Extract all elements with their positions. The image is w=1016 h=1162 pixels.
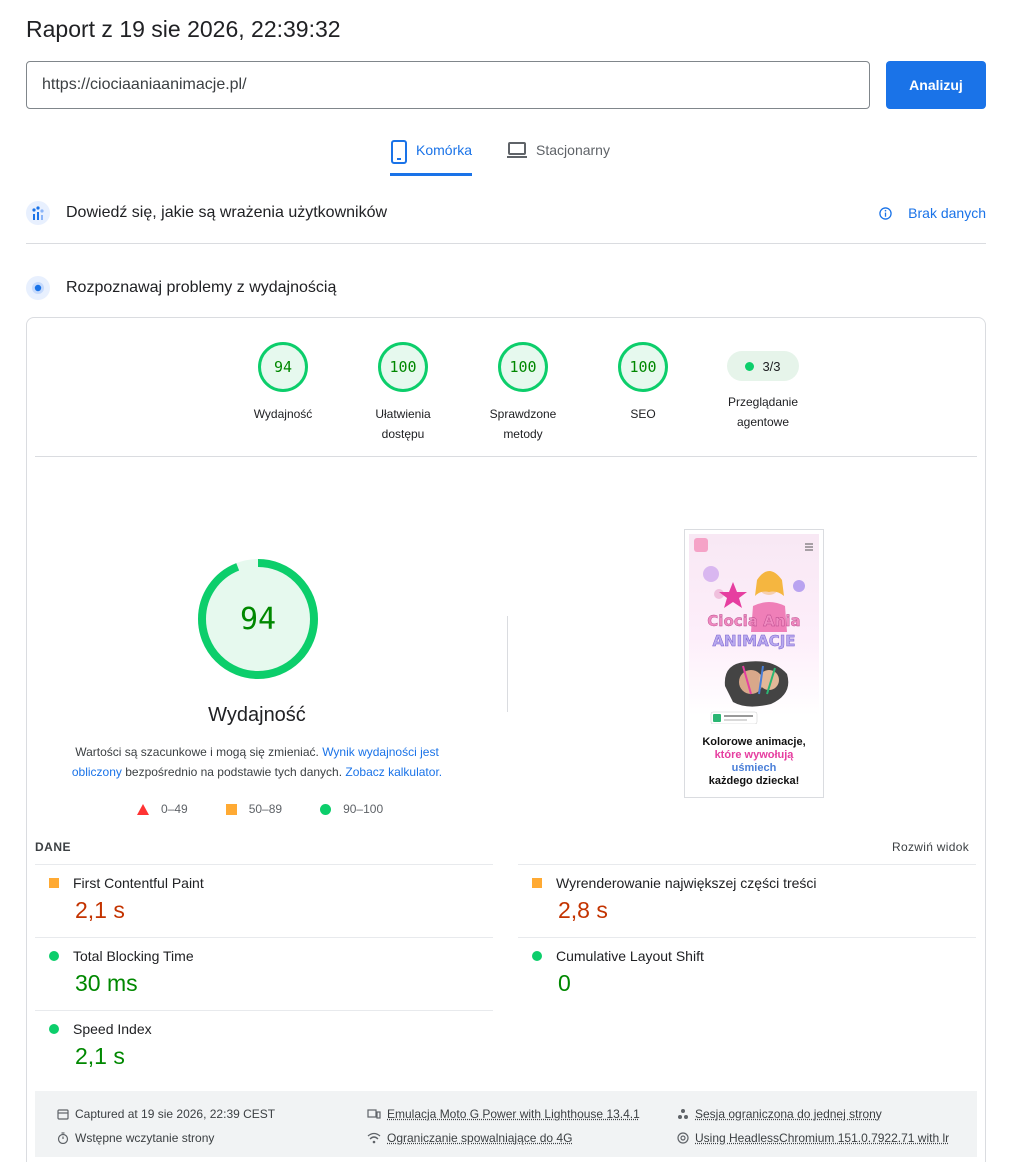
metric-tbt: Total Blocking Time 30 ms bbox=[35, 937, 493, 1010]
gauge-accessibility[interactable]: 100 Ułatwienia dostępu bbox=[343, 342, 463, 444]
performance-section: Rozpoznawaj problemy z wydajnością bbox=[26, 276, 986, 300]
metric-value: 2,1 s bbox=[75, 897, 125, 923]
main-score-value: 94 bbox=[239, 601, 277, 637]
info-icon bbox=[879, 206, 892, 220]
metric-lcp: Wyrenderowanie największej części treści… bbox=[518, 864, 976, 937]
legend-pass: 90–100 bbox=[320, 802, 383, 816]
url-input[interactable]: https://ciociaaniaanimacje.pl/ bbox=[26, 61, 870, 109]
session-info[interactable]: Sesja ograniczona do jednej strony bbox=[677, 1107, 882, 1121]
circle-icon bbox=[320, 803, 332, 815]
calculator-link[interactable]: Zobacz kalkulator. bbox=[345, 765, 442, 779]
users-chart-icon bbox=[26, 201, 50, 225]
page-screenshot[interactable]: Ciocia Ania ANIMACJE Kolorowe animacje, … bbox=[684, 529, 824, 798]
average-square-icon bbox=[532, 878, 542, 888]
metric-fcp: First Contentful Paint 2,1 s bbox=[35, 864, 493, 937]
no-data-link[interactable]: Brak danych bbox=[879, 205, 986, 221]
gauge-label: Sprawdzone metody bbox=[489, 407, 557, 441]
pass-circle-icon bbox=[532, 951, 542, 961]
card-divider bbox=[35, 456, 977, 457]
legend-fail: 0–49 bbox=[137, 802, 188, 816]
emulation-info[interactable]: Emulacja Moto G Power with Lighthouse 13… bbox=[367, 1107, 677, 1121]
screenshot-illustration: Ciocia Ania ANIMACJE bbox=[694, 538, 813, 724]
user-experience-label: Dowiedź się, jakie są wrażenia użytkowni… bbox=[66, 204, 388, 221]
score-legend: 0–49 50–89 90–100 bbox=[137, 802, 383, 816]
metric-value: 2,1 s bbox=[75, 1043, 125, 1069]
metric-value: 30 ms bbox=[75, 970, 138, 996]
metric-name: Wyrenderowanie największej części treści bbox=[556, 875, 817, 891]
gauge-label: SEO bbox=[630, 407, 656, 421]
metric-name: Speed Index bbox=[73, 1021, 152, 1037]
load-info: Wstępne wczytanie strony bbox=[57, 1131, 367, 1145]
session-icon bbox=[678, 1109, 688, 1119]
svg-text:ANIMACJE: ANIMACJE bbox=[712, 632, 795, 650]
report-card: 94 Wydajność 100 Ułatwienia dostępu 100 S… bbox=[26, 317, 986, 1162]
throttling-info[interactable]: Ograniczanie spowalniające do 4G bbox=[367, 1131, 677, 1145]
metric-speed-index: Speed Index 2,1 s bbox=[35, 1010, 493, 1083]
gauge-score: 100 bbox=[378, 342, 428, 392]
device-tabs: Komórka Stacjonarny bbox=[390, 138, 610, 176]
devices-icon bbox=[367, 1109, 381, 1119]
tab-desktop-label: Stacjonarny bbox=[536, 142, 610, 158]
gauge-label: Wydajność bbox=[253, 407, 313, 421]
captured-info: Captured at 19 sie 2026, 22:39 CEST bbox=[57, 1107, 367, 1121]
expand-view-toggle[interactable]: Rozwiń widok bbox=[892, 840, 969, 854]
gauge-score: 100 bbox=[498, 342, 548, 392]
tab-mobile-label: Komórka bbox=[416, 142, 473, 158]
gauge-best-practices[interactable]: 100 Sprawdzone metody bbox=[463, 342, 583, 444]
pass-circle-icon bbox=[49, 951, 59, 961]
section-divider bbox=[26, 243, 986, 244]
gauge-seo[interactable]: 100 SEO bbox=[583, 342, 703, 444]
screenshot-headline: Kolorowe animacje, które wywołują uśmiec… bbox=[702, 736, 806, 787]
run-info-footer: Captured at 19 sie 2026, 22:39 CEST Emul… bbox=[35, 1091, 977, 1157]
metric-value: 2,8 s bbox=[558, 897, 608, 923]
pass-circle-icon bbox=[49, 1024, 59, 1034]
performance-label: Rozpoznawaj problemy z wydajnością bbox=[66, 279, 337, 296]
user-experience-section: Dowiedź się, jakie są wrażenia użytkowni… bbox=[26, 201, 986, 225]
triangle-icon bbox=[137, 803, 149, 815]
laptop-icon bbox=[507, 142, 528, 158]
vertical-divider bbox=[507, 616, 508, 712]
tab-mobile[interactable]: Komórka bbox=[390, 138, 473, 176]
square-icon bbox=[225, 803, 237, 815]
metric-name: Total Blocking Time bbox=[73, 948, 194, 964]
metric-value: 0 bbox=[558, 970, 571, 996]
metric-name: Cumulative Layout Shift bbox=[556, 948, 704, 964]
gauge-agentic-browsing[interactable]: 3/3 Przeglądanie agentowe bbox=[703, 342, 823, 444]
score-gauges: 94 Wydajność 100 Ułatwienia dostępu 100 S… bbox=[223, 342, 823, 444]
timer-icon bbox=[57, 1132, 69, 1144]
pass-dot-icon bbox=[745, 361, 755, 371]
score-description: Wartości są szacunkowe i mogą się zmieni… bbox=[71, 745, 443, 779]
legend-average: 50–89 bbox=[225, 802, 282, 816]
analyze-button[interactable]: Analizuj bbox=[886, 61, 986, 109]
report-title: Raport z 19 sie 2026, 22:39:32 bbox=[26, 16, 341, 42]
calendar-icon bbox=[57, 1109, 69, 1120]
gauge-score: 100 bbox=[618, 342, 668, 392]
signal-icon bbox=[367, 1132, 381, 1144]
screenshot-content: Ciocia Ania ANIMACJE Kolorowe animacje, … bbox=[689, 534, 819, 793]
chrome-icon bbox=[677, 1132, 689, 1144]
no-data-label: Brak danych bbox=[908, 205, 986, 221]
gauge-label: Przeglądanie agentowe bbox=[727, 395, 799, 429]
average-square-icon bbox=[49, 878, 59, 888]
gauge-performance[interactable]: 94 Wydajność bbox=[223, 342, 343, 444]
svg-text:Ciocia Ania: Ciocia Ania bbox=[707, 612, 800, 630]
browser-info[interactable]: Using HeadlessChromium 151.0.7922.71 wit… bbox=[677, 1131, 949, 1145]
main-score-label: Wydajność bbox=[208, 704, 306, 726]
metric-cls: Cumulative Layout Shift 0 bbox=[518, 937, 976, 1010]
metric-name: First Contentful Paint bbox=[73, 875, 204, 891]
lighthouse-icon bbox=[26, 276, 50, 300]
agentic-pill: 3/3 bbox=[727, 351, 799, 381]
gauge-score: 94 bbox=[258, 342, 308, 392]
gauge-label: Ułatwienia dostępu bbox=[375, 407, 431, 441]
url-input-value: https://ciociaaniaanimacje.pl/ bbox=[42, 76, 247, 93]
phone-icon bbox=[391, 140, 407, 164]
tab-desktop[interactable]: Stacjonarny bbox=[506, 138, 610, 176]
metrics-header: DANE bbox=[35, 840, 72, 854]
